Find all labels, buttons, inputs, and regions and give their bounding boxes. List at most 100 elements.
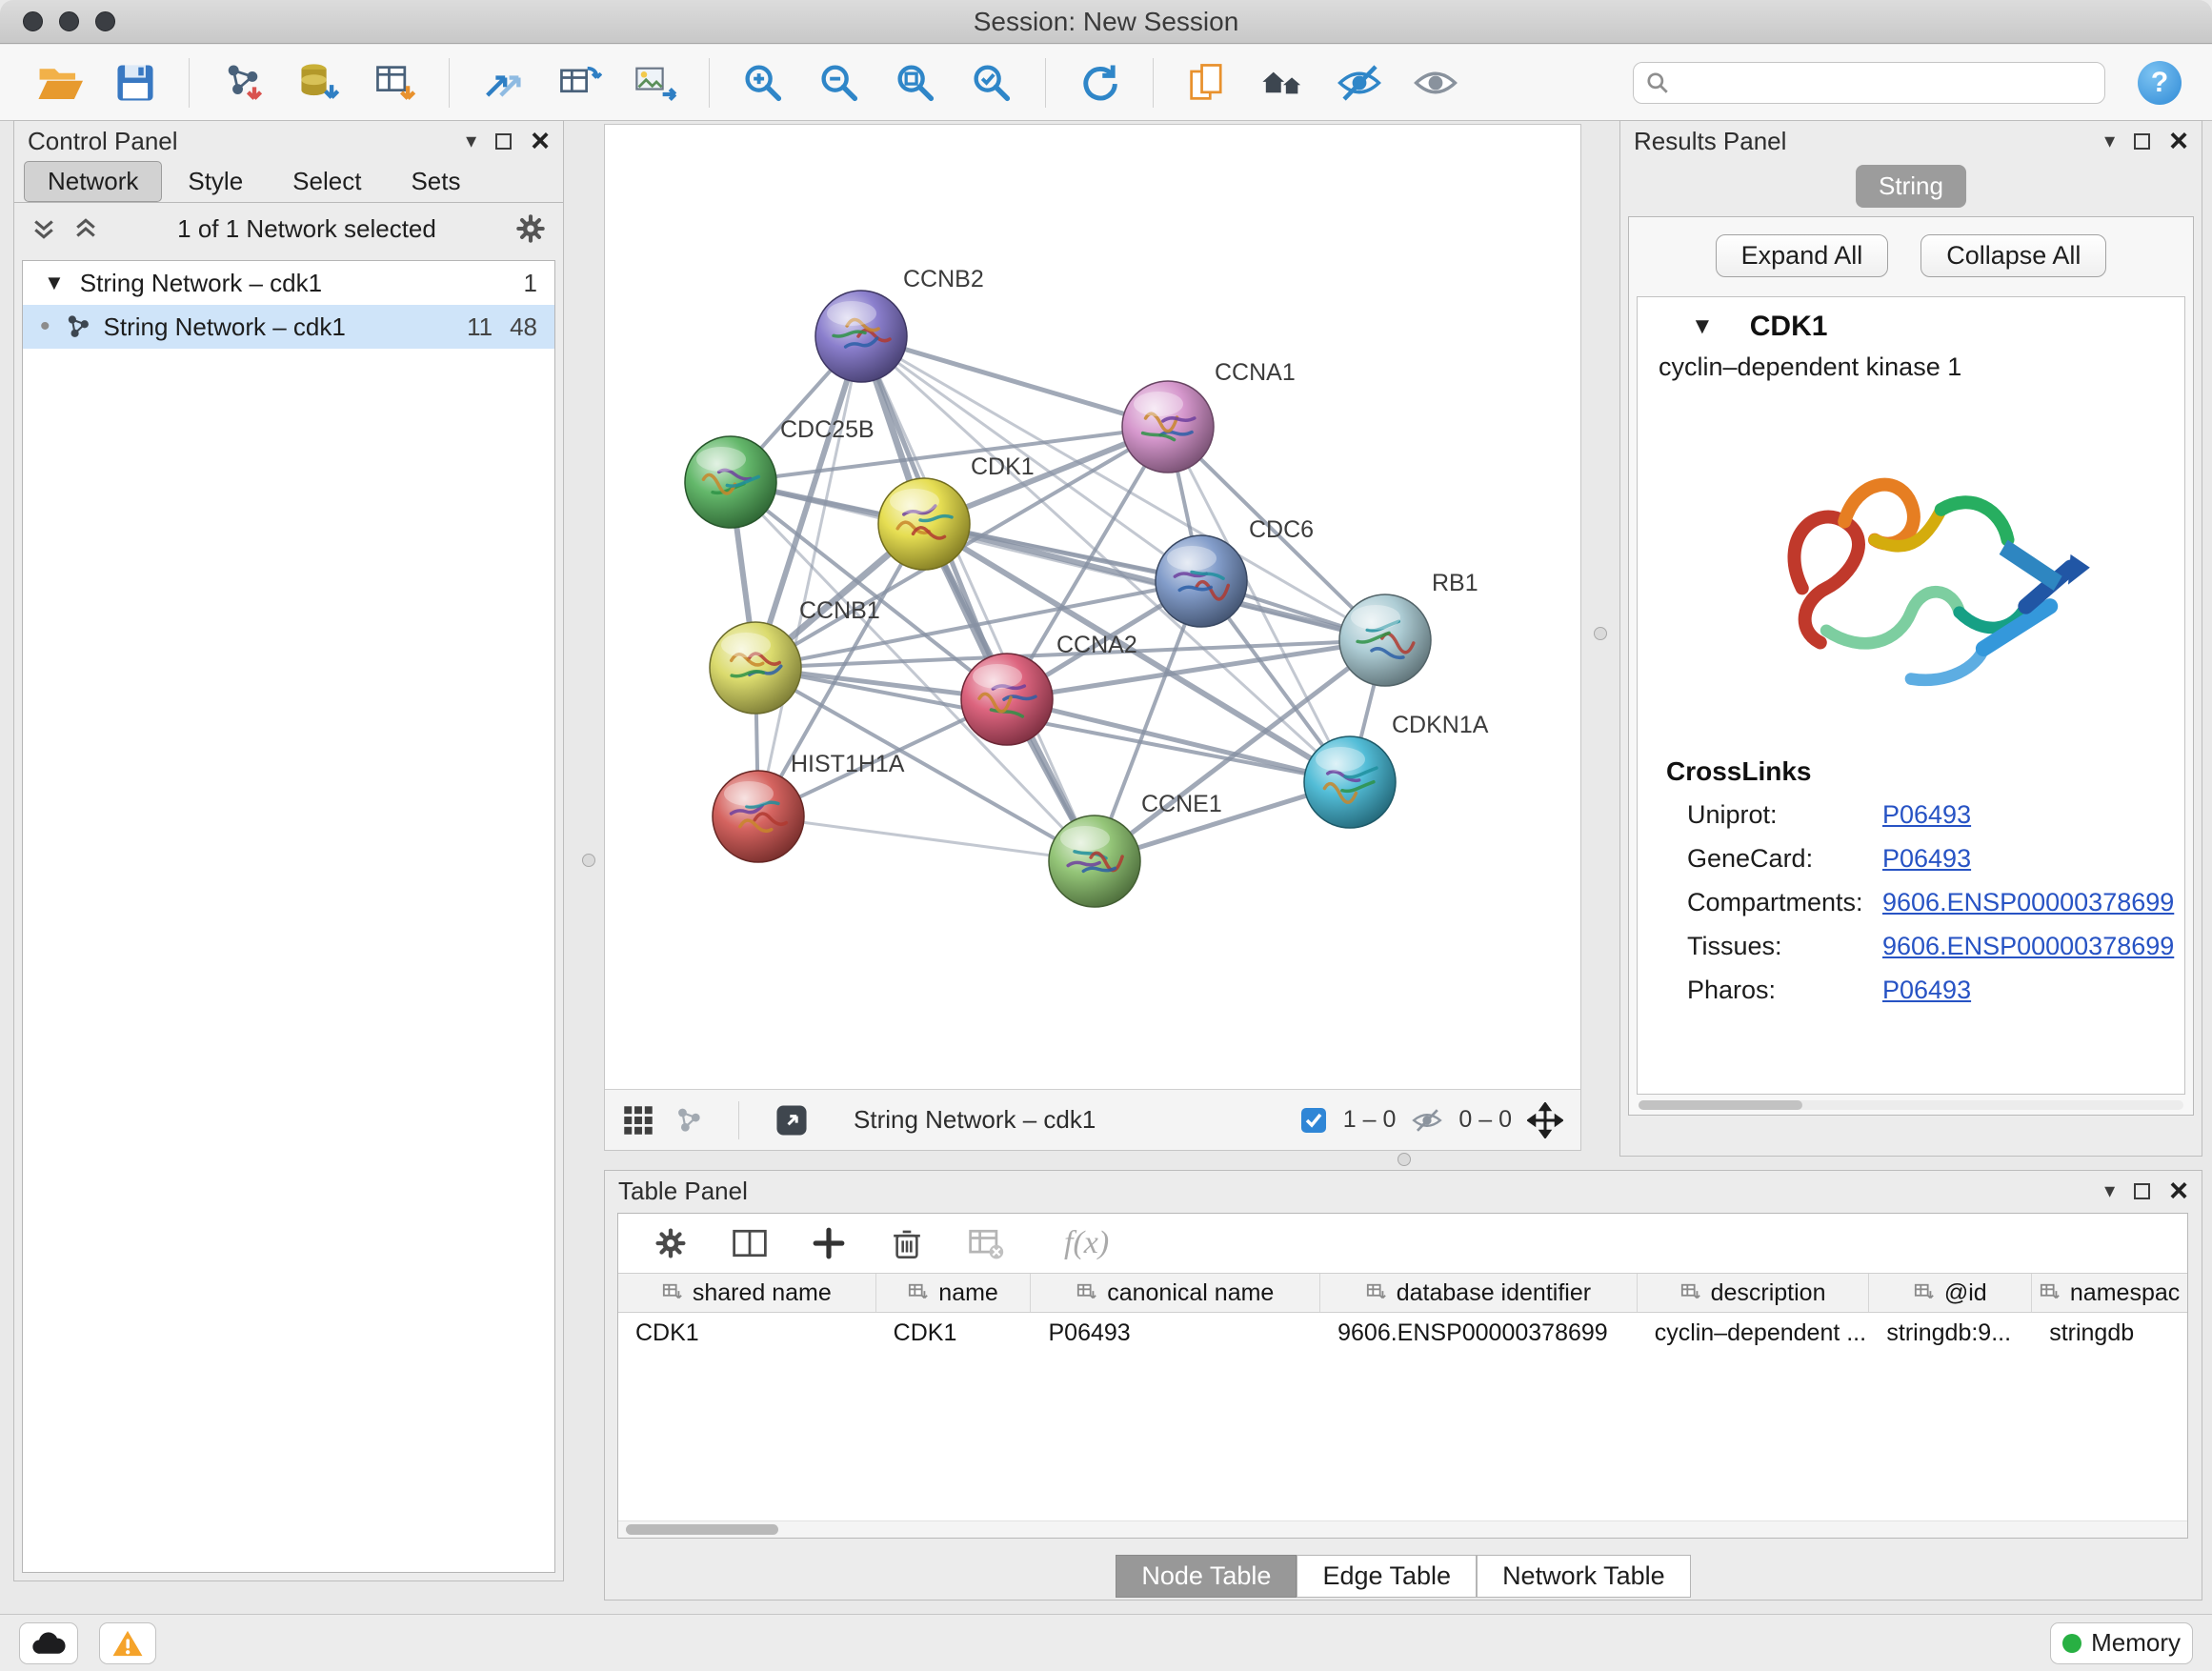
column-header-namespace[interactable]: namespac [2032,1274,2187,1312]
horizontal-splitter-handle[interactable] [1398,1153,1411,1166]
grid-view-icon[interactable] [622,1104,654,1137]
close-panel-icon[interactable]: × [2169,125,2188,157]
tree-expand-triangle-icon[interactable]: ▼ [44,271,65,295]
expand-all-button[interactable]: Expand All [1716,234,1889,277]
tab-style[interactable]: Style [164,161,267,202]
column-header-shared-name[interactable]: shared name [618,1274,876,1312]
tab-network-table[interactable]: Network Table [1477,1555,1691,1598]
protein-section: ▼ CDK1 cyclin–dependent kinase 1 [1637,296,2185,1095]
strip-separator [738,1101,739,1139]
results-scrollbar[interactable] [1639,1100,2183,1110]
panel-menu-icon[interactable]: ▾ [2104,129,2115,153]
zoom-fit-content-button[interactable] [888,55,943,111]
import-network-from-file-button[interactable] [215,55,271,111]
tab-select[interactable]: Select [269,161,385,202]
crosslink-compartments-link[interactable]: 9606.ENSP00000378699 [1882,888,2174,917]
tab-edge-table[interactable]: Edge Table [1297,1555,1477,1598]
minimize-window-button[interactable] [59,11,79,31]
save-session-button[interactable] [108,55,163,111]
import-table-from-file-button[interactable] [368,55,423,111]
collapse-all-button[interactable]: Collapse All [1920,234,2106,277]
network-view-share-icon[interactable] [674,1105,704,1136]
export-image-button[interactable] [628,55,683,111]
show-columns-icon[interactable] [731,1224,769,1262]
clone-network-button[interactable] [552,55,607,111]
cloud-status-button[interactable] [19,1622,78,1664]
function-builder-icon: f(x) [1064,1225,1109,1261]
memory-label: Memory [2091,1628,2181,1658]
network-row-selected[interactable]: • String Network – cdk1 11 48 [23,305,554,349]
pan-crosshair-icon[interactable] [1527,1102,1563,1138]
table-cell[interactable]: 9606.ENSP00000378699 [1320,1319,1638,1347]
protein-section-header[interactable]: ▼ CDK1 [1638,297,2184,347]
zoom-window-button[interactable] [95,11,115,31]
open-folder-icon [35,59,83,107]
table-cell[interactable]: CDK1 [876,1319,1032,1347]
add-column-plus-icon[interactable] [811,1225,847,1261]
refresh-icon [1076,60,1122,106]
table-cell[interactable]: stringdb:9... [1869,1319,2032,1347]
navigator-icon[interactable] [774,1102,810,1138]
svg-text:CDC25B: CDC25B [780,416,875,443]
table-settings-gear-icon[interactable] [653,1225,689,1261]
warnings-button[interactable] [99,1622,156,1664]
network-collection-row[interactable]: ▼ String Network – cdk1 1 [23,261,554,305]
copy-pages-button[interactable] [1179,55,1235,111]
zoom-selected-button[interactable] [964,55,1019,111]
string-tab[interactable]: String [1856,165,1966,208]
column-header-canonical-name[interactable]: canonical name [1031,1274,1320,1312]
table-cell[interactable]: cyclin–dependent ... [1638,1319,1870,1347]
close-window-button[interactable] [23,11,43,31]
float-panel-icon[interactable] [2134,1183,2150,1199]
vertical-splitter-handle[interactable] [582,854,595,867]
column-header-name[interactable]: name [876,1274,1032,1312]
crosslink-uniprot-link[interactable]: P06493 [1882,800,1971,830]
close-panel-icon[interactable]: × [531,125,550,157]
column-header-database-identifier[interactable]: database identifier [1320,1274,1638,1312]
float-panel-icon[interactable] [495,133,512,150]
hidden-count: 0 – 0 [1458,1106,1512,1134]
crosslink-genecard-link[interactable]: P06493 [1882,844,1971,874]
import-network-from-database-button[interactable] [292,55,347,111]
close-panel-icon[interactable]: × [2169,1175,2188,1207]
vertical-splitter-handle[interactable] [1594,627,1607,640]
table-row[interactable]: CDK1 CDK1 P06493 9606.ENSP00000378699 cy… [618,1313,2187,1353]
table-cell[interactable]: CDK1 [618,1319,876,1347]
search-input[interactable] [1679,69,2093,96]
delete-column-trash-icon[interactable] [889,1225,925,1261]
expand-all-icon[interactable] [71,214,100,243]
table-cell[interactable]: P06493 [1031,1319,1320,1347]
help-button[interactable]: ? [2138,61,2182,105]
horizontal-scrollbar[interactable] [618,1520,2187,1538]
hide-graphics-details-button[interactable] [1332,55,1387,111]
table-import-icon [372,60,418,106]
crosslink-pharos-link[interactable]: P06493 [1882,976,1971,1005]
zoom-out-button[interactable] [812,55,867,111]
tab-network[interactable]: Network [24,161,162,202]
network-node-CDK1: CDK1 [878,453,1035,570]
network-from-selection-button[interactable] [475,55,531,111]
section-collapse-triangle-icon[interactable]: ▼ [1691,313,1714,340]
zoom-in-button[interactable] [735,55,791,111]
warning-icon [111,1628,144,1659]
tab-sets[interactable]: Sets [387,161,484,202]
tab-node-table[interactable]: Node Table [1116,1555,1297,1598]
svg-text:CDC6: CDC6 [1249,516,1314,543]
gear-icon[interactable] [513,211,548,246]
network-canvas[interactable]: CCNB2CCNA1CDC25BCDK1CDC6RB1CCNB1CCNA2CDK… [605,125,1580,1089]
search-field[interactable] [1633,62,2105,104]
show-graphics-details-button[interactable] [1408,55,1463,111]
column-header-id[interactable]: @id [1869,1274,2032,1312]
open-session-button[interactable] [31,55,87,111]
collapse-all-icon[interactable] [30,214,58,243]
panel-menu-icon[interactable]: ▾ [466,129,476,153]
table-cell[interactable]: stringdb [2032,1319,2187,1347]
crosslink-tissues-link[interactable]: 9606.ENSP00000378699 [1882,932,2174,961]
memory-button[interactable]: Memory [2050,1622,2193,1664]
home-button[interactable] [1256,55,1311,111]
panel-menu-icon[interactable]: ▾ [2104,1178,2115,1203]
float-panel-icon[interactable] [2134,133,2150,150]
column-header-description[interactable]: description [1638,1274,1870,1312]
apply-preferred-layout-button[interactable] [1072,55,1127,111]
memory-status-dot-icon [2062,1634,2081,1653]
